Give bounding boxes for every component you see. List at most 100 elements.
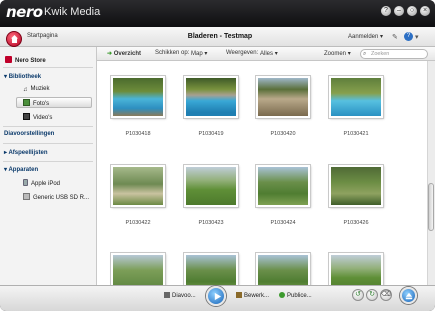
signin-link[interactable]: Aanmelden ▾	[348, 33, 383, 40]
sidebar-section-label: Bibliotheek	[8, 74, 42, 80]
minimize-button[interactable]: –	[394, 6, 404, 16]
view-dropdown[interactable]: Alles ▾	[260, 50, 278, 57]
home-icon	[11, 35, 18, 43]
home-button[interactable]	[6, 31, 22, 47]
divider	[3, 161, 93, 162]
divider	[3, 67, 93, 68]
page-title: Bladeren - Testmap	[187, 33, 253, 40]
divider	[3, 126, 93, 127]
photo-thumbnail[interactable]	[256, 76, 310, 118]
play-icon	[214, 292, 222, 301]
sidebar-section-label: Diavoorstellingen	[4, 131, 55, 137]
nero-logo: nero	[6, 3, 43, 21]
edit-icon	[236, 292, 242, 298]
maximize-button[interactable]: ○	[407, 6, 417, 16]
view-label: Weergeven:	[226, 50, 259, 56]
sidebar-item-photos[interactable]: Foto's	[23, 99, 49, 107]
sidebar-section-playlists[interactable]: ▸ Afspeellijsten	[4, 149, 47, 156]
chevron-down-icon: ▾	[204, 51, 208, 57]
breadcrumb[interactable]: Startpagina	[27, 33, 58, 39]
upload-button[interactable]	[400, 287, 417, 304]
divider	[3, 143, 93, 144]
zoom-dropdown[interactable]: Zoomen ▾	[324, 50, 351, 57]
usb-drive-icon	[23, 193, 30, 200]
chevron-down-icon: ▾	[4, 167, 8, 173]
help-menu-chevron-icon[interactable]: ▾	[415, 33, 419, 41]
slideshow-label: Diavoo...	[172, 293, 196, 299]
upload-icon	[405, 292, 413, 300]
help-icon[interactable]: ?	[404, 32, 413, 41]
chevron-down-icon: ▾	[347, 51, 351, 57]
close-button[interactable]: ×	[420, 6, 430, 16]
sidebar-item-ipod[interactable]: Apple iPod	[23, 179, 60, 187]
sidebar-section-library[interactable]: ▾ Bibliotheek	[4, 73, 41, 80]
photo-thumbnail[interactable]	[111, 76, 165, 118]
rotate-left-icon: ↺	[355, 291, 361, 298]
photo-thumbnail[interactable]	[184, 76, 238, 118]
delete-button[interactable]: ⌫	[380, 289, 392, 301]
photo-icon	[23, 99, 30, 106]
sidebar-item-label: Generic USB SD R...	[33, 195, 90, 201]
back-arrow-icon: ➜	[107, 51, 113, 57]
ipod-icon	[23, 179, 28, 186]
search-placeholder: Zoeken	[371, 51, 390, 57]
photo-thumbnail[interactable]	[111, 165, 165, 207]
overview-label: Overzicht	[113, 51, 142, 57]
photo-caption: P1030418	[125, 131, 151, 137]
app-window: nero Kwik Media ? – ○ × Startpagina Blad…	[0, 0, 435, 311]
tools-icon[interactable]: ✎	[392, 33, 398, 41]
rotate-right-icon: ↻	[369, 291, 375, 298]
chevron-down-icon: ▾	[380, 34, 384, 40]
chevron-down-icon: ▾	[274, 51, 278, 57]
scrollbar[interactable]	[427, 61, 435, 285]
arrange-label: Schikken op:	[155, 50, 190, 56]
sidebar-item-store[interactable]: Nero Store	[5, 56, 46, 64]
sidebar-item-label: Foto's	[33, 101, 50, 107]
arrange-value: Map	[191, 51, 203, 57]
sidebar-item-music[interactable]: ♫ Muziek	[23, 86, 50, 93]
slideshow-button[interactable]: Diavoo...	[164, 290, 196, 303]
photo-caption: P1030421	[343, 131, 369, 137]
store-icon	[5, 56, 12, 63]
photo-thumbnail[interactable]	[184, 165, 238, 207]
photo-caption: P1030420	[270, 131, 296, 137]
play-button[interactable]	[206, 286, 226, 306]
sidebar-item-label: Muziek	[30, 86, 50, 92]
app-title: Kwik Media	[44, 6, 101, 18]
photo-caption: P1030424	[270, 220, 296, 226]
rotate-left-button[interactable]: ↺	[352, 289, 364, 301]
sidebar-section-slideshows[interactable]: Diavoorstellingen	[4, 131, 54, 137]
edit-label: Bewerk...	[244, 293, 270, 299]
arrange-dropdown[interactable]: Map ▾	[191, 50, 207, 57]
edit-button[interactable]: Bewerk...	[236, 290, 269, 303]
photo-caption: P1030426	[343, 220, 369, 226]
publish-label: Publice...	[287, 293, 312, 299]
search-input[interactable]: ⌕ Zoeken	[360, 49, 428, 59]
search-icon: ⌕	[363, 51, 367, 57]
slideshow-icon	[164, 292, 170, 298]
chevron-down-icon: ▾	[4, 74, 8, 80]
title-bar: nero Kwik Media ? – ○ ×	[0, 0, 435, 27]
trash-icon: ⌫	[381, 291, 391, 298]
photo-thumbnail[interactable]	[256, 165, 310, 207]
signin-label: Aanmelden	[348, 34, 379, 40]
photo-thumbnail[interactable]	[329, 165, 383, 207]
sidebar-item-usb-reader[interactable]: Generic USB SD R...	[23, 193, 89, 201]
photo-caption: P1030423	[198, 220, 224, 226]
publish-icon	[279, 292, 285, 298]
overview-button[interactable]: ➜ Overzicht	[107, 50, 141, 57]
help-window-button[interactable]: ?	[381, 6, 391, 16]
music-note-icon: ♫	[23, 87, 28, 93]
sidebar-item-label: Apple iPod	[31, 181, 61, 187]
photo-thumbnail[interactable]	[329, 76, 383, 118]
photo-caption: P1030419	[198, 131, 224, 137]
sidebar-item-videos[interactable]: Video's	[23, 113, 52, 121]
sidebar-item-label: Video's	[33, 115, 53, 121]
zoom-label: Zoomen	[324, 51, 347, 57]
photo-caption: P1030422	[125, 220, 151, 226]
publish-button[interactable]: Publice...	[279, 290, 312, 303]
view-value: Alles	[260, 51, 274, 57]
rotate-right-button[interactable]: ↻	[366, 289, 378, 301]
sidebar-section-devices[interactable]: ▾ Apparaten	[4, 166, 38, 173]
scrollbar-thumb[interactable]	[428, 183, 434, 231]
